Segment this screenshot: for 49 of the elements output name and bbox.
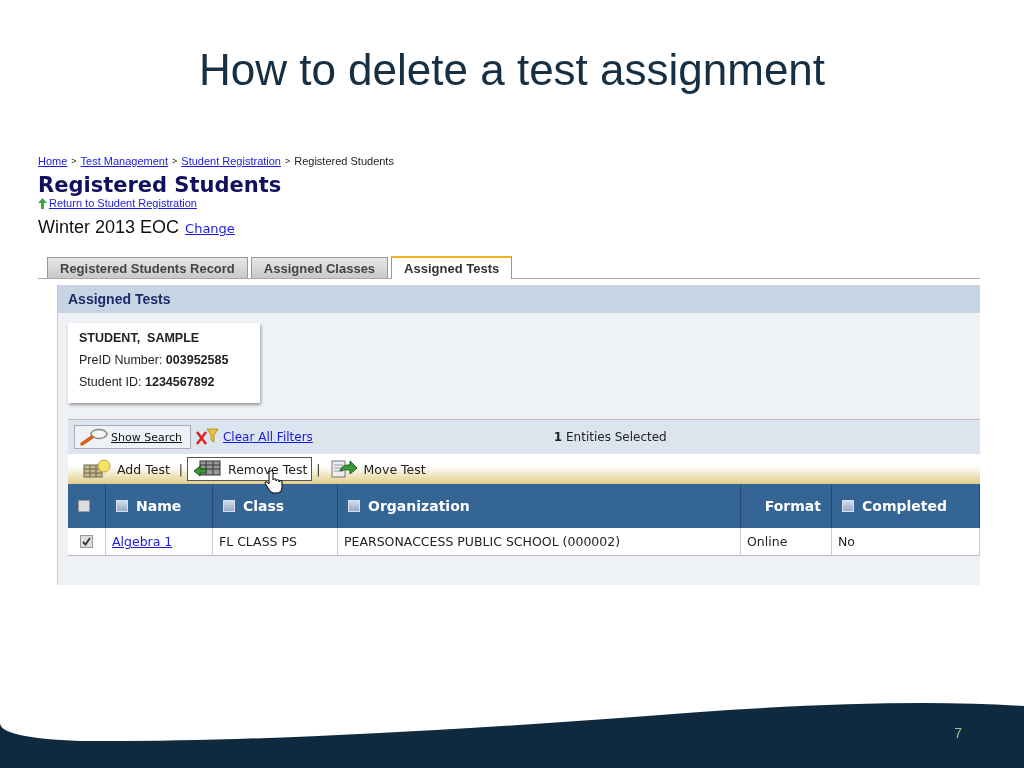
document-arrow-icon [329,459,358,479]
clear-filter-icon [194,428,219,446]
column-filter-checkbox[interactable] [842,500,854,512]
student-field: PreID Number: 003952585 [79,353,249,367]
column-header[interactable]: Name [106,484,213,528]
breadcrumb-current: Registered Students [294,155,394,167]
magnifier-icon [79,428,109,446]
separator: | [178,461,183,477]
page-heading: Registered Students [38,173,283,197]
breadcrumb-separator: > [71,156,77,166]
table-cell: PEARSONACCESS PUBLIC SCHOOL (000002) [338,528,741,556]
up-arrow-icon [38,197,47,209]
column-filter-checkbox[interactable] [223,500,235,512]
table-arrow-icon [192,459,222,479]
separator: | [316,461,321,477]
selection-count: 1 Entities Selected [553,430,667,444]
student-field: Student ID: 1234567892 [79,375,249,389]
table-cell: Online [741,528,832,556]
select-all-checkbox[interactable] [78,500,90,512]
table-cell: FL CLASS PS [213,528,338,556]
column-header[interactable]: Class [213,484,338,528]
page-number: 7 [954,725,962,741]
column-header[interactable]: Organization [338,484,741,528]
column-filter-checkbox[interactable] [348,500,360,512]
change-link[interactable]: Change [185,221,235,236]
panel-title: Assigned Tests [58,285,980,313]
breadcrumb-link[interactable]: Home [38,155,68,167]
action-button[interactable]: Remove Test [187,457,313,481]
breadcrumb-separator: > [172,156,178,166]
action-button[interactable]: Move Test [324,457,431,481]
tab[interactable]: Registered Students Record [47,257,248,278]
breadcrumb-separator: > [285,156,291,166]
clear-filters-link[interactable]: Clear All Filters [222,430,313,444]
breadcrumb-link[interactable]: Student Registration [181,155,281,167]
return-link[interactable]: Return to Student Registration [49,197,197,209]
slide-title: How to delete a test assignment [197,44,827,96]
column-header[interactable]: Format [741,484,832,528]
table-cell: No [832,528,980,556]
row-checkbox[interactable] [80,535,93,548]
administration-name: Winter 2013 EOC [38,217,180,238]
column-header[interactable]: Completed [832,484,980,528]
tab[interactable]: Assigned Classes [250,257,389,278]
table-add-icon [83,459,111,479]
action-button[interactable]: Add Test [78,457,175,481]
tab[interactable]: Assigned Tests [391,256,513,279]
show-search-button[interactable]: Show Search [74,425,191,449]
student-name: STUDENT, SAMPLE [79,331,201,345]
column-filter-checkbox[interactable] [116,500,128,512]
breadcrumb-link[interactable]: Test Management [80,155,169,167]
